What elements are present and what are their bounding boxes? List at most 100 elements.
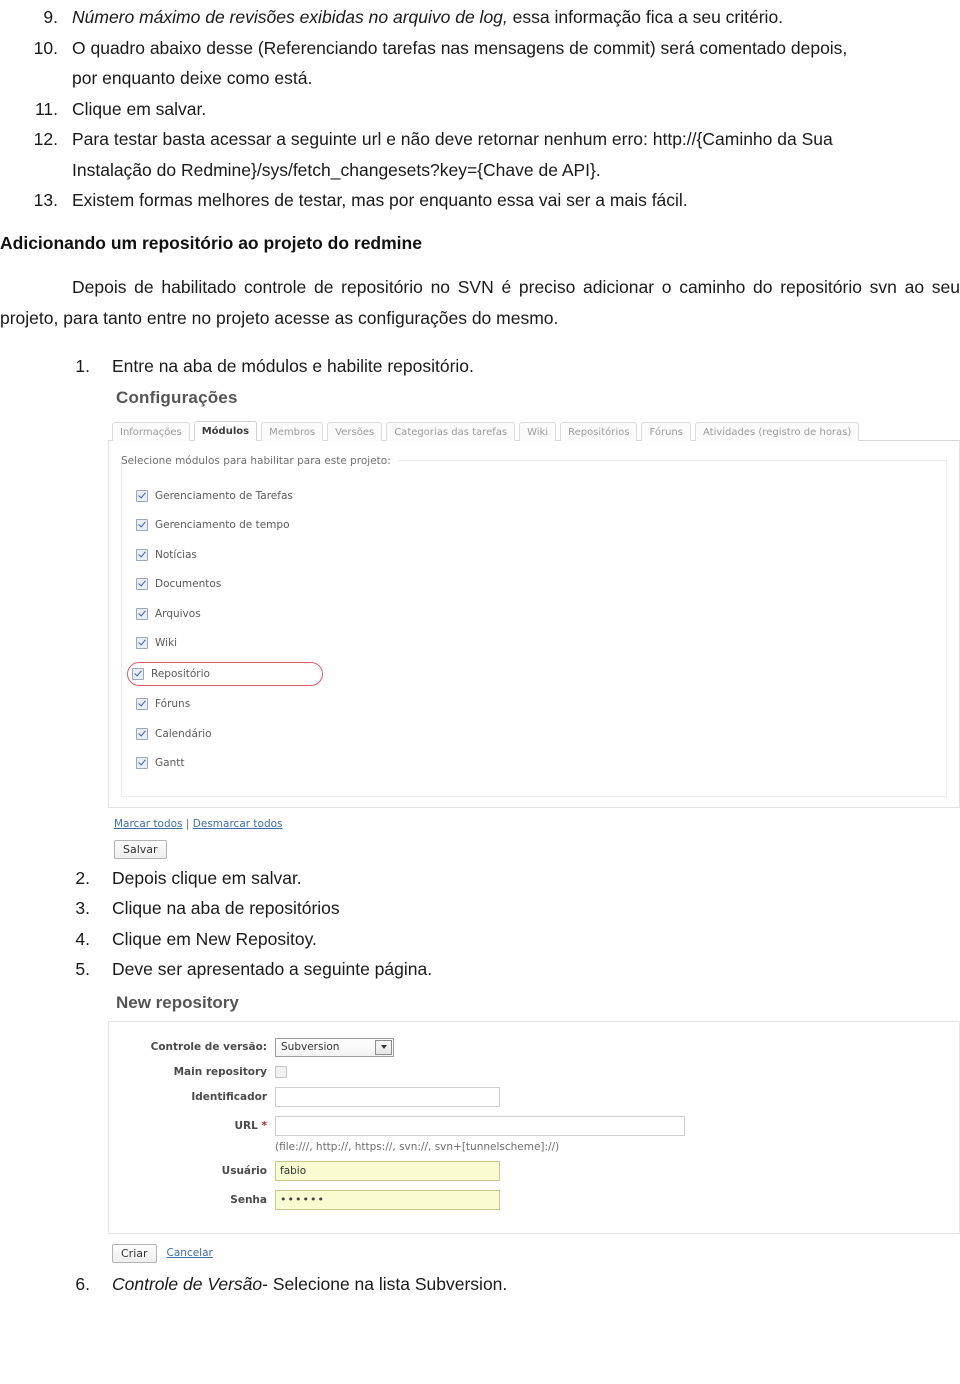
module-row-gerenciamento-de-tarefas[interactable]: Gerenciamento de Tarefas	[132, 485, 297, 507]
list-item-number: 4.	[75, 928, 90, 949]
user-input[interactable]: fabio	[275, 1160, 500, 1181]
checkbox-icon[interactable]	[136, 637, 148, 649]
list-item-rest: essa informação fica a seu critério.	[507, 7, 784, 27]
module-label: Notícias	[155, 548, 197, 561]
check-all-link[interactable]: Marcar todos	[114, 818, 183, 830]
numbered-list-continued: 9. Número máximo de revisões exibidas no…	[0, 2, 960, 216]
module-label: Arquivos	[155, 607, 201, 620]
list-item-number: 1.	[75, 356, 90, 376]
list-item-text: O quadro abaixo desse (Referenciando tar…	[72, 37, 848, 89]
list-item: 4. Clique em New Repositoy.	[70, 924, 960, 955]
tab-wiki[interactable]: Wiki	[519, 421, 557, 441]
checkbox-icon[interactable]	[136, 727, 148, 740]
redmine-settings-screenshot: Configurações Informações Módulos Membro…	[108, 387, 960, 859]
create-button[interactable]: Criar	[112, 1243, 157, 1263]
list-item: 13. Existem formas melhores de testar, m…	[22, 185, 960, 216]
list-item-text: Existem formas melhores de testar, mas p…	[72, 190, 688, 210]
list-item: 10. O quadro abaixo desse (Referenciando…	[22, 33, 960, 94]
scm-label: Controle de versão:	[150, 1041, 267, 1053]
list-item-text: Controle de Versão- Selecione na lista S…	[112, 1269, 960, 1300]
module-row-noticias[interactable]: Notícias	[132, 544, 201, 566]
field-row-password: Senha ••••••	[119, 1189, 949, 1210]
settings-tab-bar: Informações Módulos Membros Versões Cate…	[108, 418, 960, 441]
identifier-input[interactable]	[275, 1086, 500, 1107]
module-row-wiki[interactable]: Wiki	[132, 632, 181, 654]
paragraph-text: Depois de habilitado controle de reposit…	[0, 277, 960, 328]
list-item-text: Para testar basta acessar a seguinte url…	[72, 129, 833, 180]
list-item: 3. Clique na aba de repositórios	[70, 893, 960, 924]
section-heading: Adicionando um repositório ao projeto do…	[0, 232, 422, 253]
list-item-number: 11.	[34, 98, 58, 119]
modules-legend-text: Selecione módulos para habilitar para es…	[121, 454, 391, 467]
tab-categorias-das-tarefas[interactable]: Categorias das tarefas	[386, 421, 516, 441]
checkbox-icon[interactable]	[136, 698, 148, 710]
list-item-number: 12.	[33, 129, 58, 149]
checkbox-icon[interactable]	[136, 757, 148, 769]
list-item: 6. Controle de Versão- Selecione na list…	[70, 1269, 960, 1300]
password-input[interactable]: ••••••	[275, 1189, 500, 1210]
list-item-text: Número máximo de revisões exibidas no ar…	[72, 2, 872, 33]
field-row-scm: Controle de versão: Subversion	[119, 1037, 949, 1057]
new-repository-title: New repository	[116, 992, 239, 1012]
checkbox-icon[interactable]	[136, 548, 148, 561]
tab-foruns[interactable]: Fóruns	[641, 421, 691, 441]
body-paragraph: Depois de habilitado controle de reposit…	[0, 272, 960, 333]
list-item-text: Clique em New Repositoy.	[112, 928, 317, 949]
list-item-number: 10.	[33, 37, 58, 58]
chevron-down-icon[interactable]	[375, 1039, 392, 1055]
cancel-link[interactable]: Cancelar	[167, 1247, 213, 1259]
list-item-number: 13.	[33, 190, 58, 210]
module-label: Wiki	[155, 637, 178, 649]
module-row-gerenciamento-de-tempo[interactable]: Gerenciamento de tempo	[132, 514, 294, 536]
module-row-gantt[interactable]: Gantt	[132, 752, 188, 774]
save-button[interactable]: Salvar	[114, 839, 167, 859]
url-label: URL *	[119, 1120, 275, 1132]
tab-repositorios[interactable]: Repositórios	[560, 421, 638, 441]
module-row-documentos[interactable]: Documentos	[132, 573, 225, 595]
module-row-repositorio[interactable]: Repositório	[127, 661, 323, 686]
field-row-main-repository: Main repository	[119, 1065, 949, 1078]
module-row-calendario[interactable]: Calendário	[132, 723, 216, 745]
tab-atividades[interactable]: Atividades (registro de horas)	[694, 421, 860, 441]
new-repository-actions: Criar Cancelar	[112, 1243, 960, 1263]
module-row-arquivos[interactable]: Arquivos	[132, 603, 205, 625]
tab-versoes[interactable]: Versões	[327, 421, 383, 441]
password-label: Senha	[230, 1193, 267, 1206]
main-repository-label: Main repository	[173, 1065, 267, 1078]
checkbox-icon[interactable]	[136, 519, 148, 531]
checkbox-icon[interactable]	[136, 489, 148, 502]
list-item-text: Clique na aba de repositórios	[112, 898, 340, 918]
list-item-number: 5.	[75, 959, 90, 979]
legend-rule	[396, 460, 947, 461]
numbered-list-step6: 6. Controle de Versão- Selecione na list…	[0, 1269, 960, 1300]
tab-modulos[interactable]: Módulos	[193, 420, 258, 441]
identifier-label: Identificador	[191, 1090, 267, 1103]
list-item-number: 3.	[75, 898, 90, 918]
select-all-links: Marcar todos | Desmarcar todos	[114, 818, 960, 830]
list-item: 2. Depois clique em salvar.	[70, 863, 960, 894]
module-label: Calendário	[155, 727, 212, 740]
checkbox-icon[interactable]	[136, 578, 148, 590]
checkbox-icon[interactable]	[136, 607, 148, 620]
list-item: 12. Para testar basta acessar a seguinte…	[22, 124, 960, 185]
tab-membros[interactable]: Membros	[261, 421, 324, 441]
field-row-user: Usuário fabio	[119, 1160, 949, 1181]
document-body: 9. Número máximo de revisões exibidas no…	[0, 2, 960, 1299]
url-input[interactable]	[275, 1115, 685, 1136]
list-item: 1. Entre na aba de módulos e habilite re…	[70, 351, 960, 382]
scm-select[interactable]: Subversion	[275, 1037, 394, 1057]
checkbox-icon[interactable]	[132, 667, 144, 680]
module-label: Gantt	[155, 757, 185, 769]
main-repository-checkbox[interactable]	[275, 1065, 287, 1078]
list-item-number: 6.	[75, 1273, 90, 1294]
tab-informacoes[interactable]: Informações	[112, 421, 190, 441]
new-repository-screenshot: New repository Controle de versão: Subve…	[108, 992, 960, 1263]
url-hint-text: (file:///, http://, https://, svn://, sv…	[275, 1140, 560, 1153]
uncheck-all-link[interactable]: Desmarcar todos	[193, 818, 283, 830]
required-marker: *	[261, 1119, 268, 1132]
new-repository-form: Controle de versão: Subversion Main repo…	[108, 1020, 960, 1234]
list-item: 9. Número máximo de revisões exibidas no…	[22, 2, 960, 33]
user-label: Usuário	[221, 1164, 267, 1177]
module-label: Fóruns	[155, 698, 191, 710]
module-row-foruns[interactable]: Fóruns	[132, 693, 194, 715]
